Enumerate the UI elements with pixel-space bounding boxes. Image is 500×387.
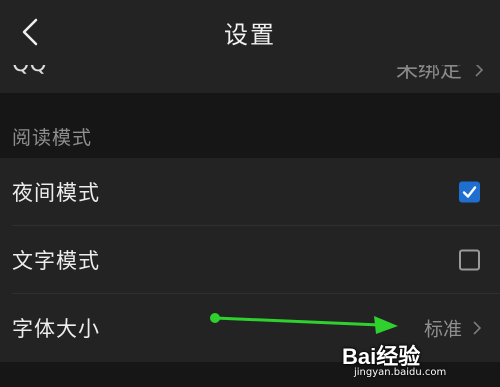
app-header: 设置 [0,0,500,65]
text-mode-row[interactable]: 文字模式 [0,226,500,294]
text-mode-checkbox[interactable] [459,249,480,271]
night-mode-label: 夜间模式 [12,181,100,205]
qq-binding-row[interactable]: QQ 未绑定 [0,65,500,93]
watermark-url: jingyan.baidu.com [354,367,447,378]
checkmark-icon [462,186,477,198]
font-size-value: 标准 [423,318,462,341]
chevron-right-icon [475,65,484,77]
chevron-right-icon [473,321,482,335]
qq-status-value: 未绑定 [395,65,462,83]
night-mode-checkbox[interactable] [459,181,480,203]
qq-label: QQ [12,65,47,77]
page-title: 设置 [224,21,276,49]
text-mode-label: 文字模式 [12,249,100,273]
font-size-label: 字体大小 [12,317,100,341]
baidu-jingyan-watermark: Bai经验 jingyan.baidu.com [342,339,492,383]
section-title-reading-mode: 阅读模式 [12,127,93,149]
section-gap [0,93,500,113]
night-mode-row[interactable]: 夜间模式 [0,158,500,226]
